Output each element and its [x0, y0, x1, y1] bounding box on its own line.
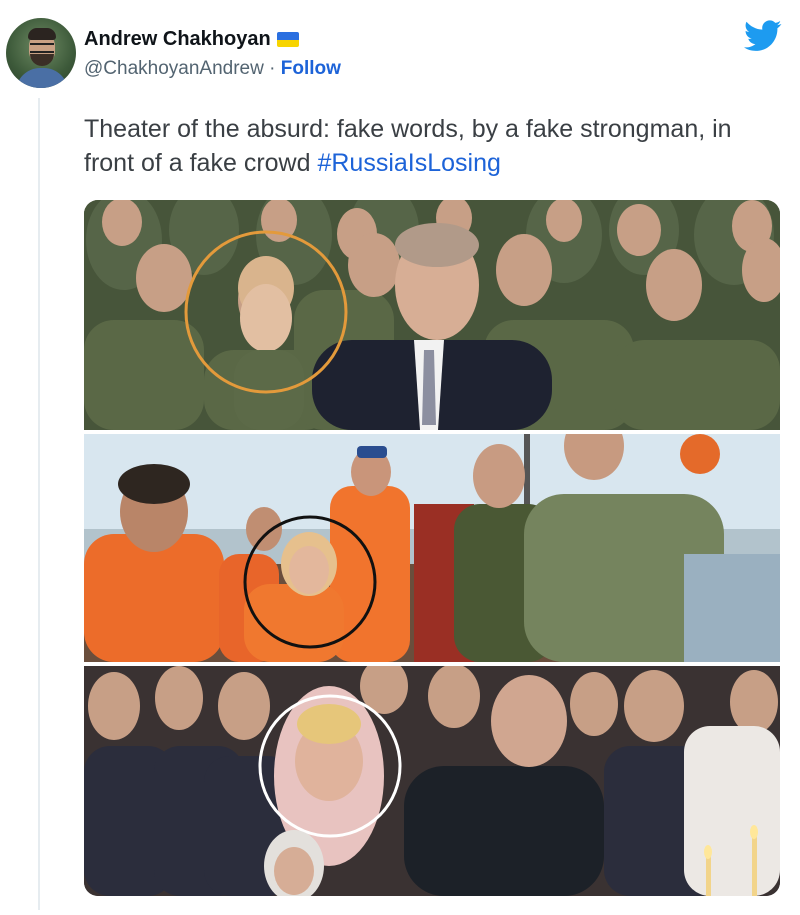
- boat-scene: [84, 434, 780, 662]
- hashtag-link[interactable]: #RussiaIsLosing: [317, 149, 500, 177]
- photo-panel-soldiers: [84, 200, 780, 430]
- photo-panel-church: [84, 666, 780, 896]
- handle-separator: ·: [269, 58, 276, 79]
- ukraine-flag-icon: [276, 32, 299, 47]
- avatar-hair: [28, 28, 56, 40]
- church-scene: [84, 666, 780, 896]
- photo-panel-boat: [84, 434, 780, 662]
- follow-button[interactable]: Follow: [281, 58, 341, 79]
- author-name-row: Andrew Chakhoyan: [84, 28, 299, 51]
- avatar-beard: [30, 54, 54, 66]
- author-display-name[interactable]: Andrew Chakhoyan: [84, 28, 271, 51]
- tweet-text: Theater of the absurd: fake words, by a …: [84, 112, 784, 180]
- avatar-shirt: [16, 68, 68, 88]
- thread-line: [38, 98, 40, 910]
- soldiers-scene: [84, 200, 780, 430]
- twitter-bird-icon[interactable]: [744, 20, 782, 52]
- author-handle[interactable]: @ChakhoyanAndrew: [84, 58, 264, 79]
- avatar[interactable]: [6, 18, 76, 88]
- avatar-glasses: [30, 43, 54, 53]
- author-handle-row: @ChakhoyanAndrew · Follow: [84, 58, 341, 80]
- tweet-media[interactable]: [84, 200, 780, 896]
